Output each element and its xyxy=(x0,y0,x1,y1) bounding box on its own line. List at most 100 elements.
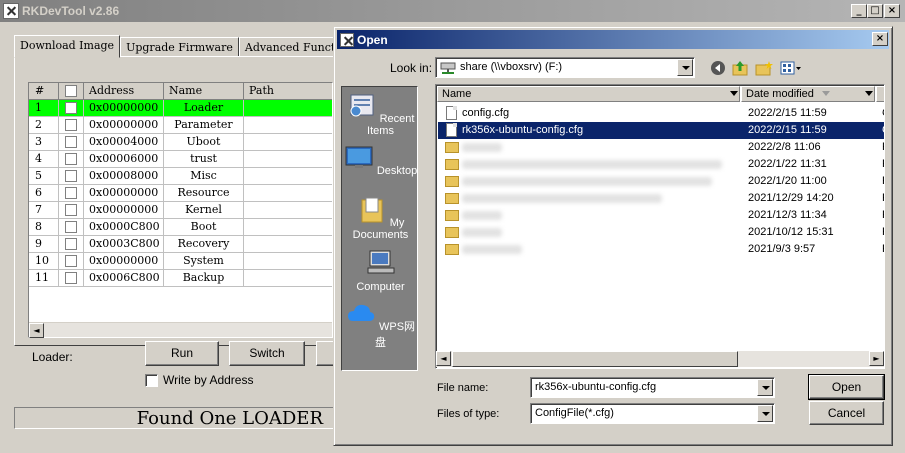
row-address[interactable]: 0x0000C800 xyxy=(84,219,164,236)
table-row[interactable]: 7 0x00000000 Kernel xyxy=(29,202,332,219)
row-name[interactable]: Misc xyxy=(164,168,244,185)
row-check-cell[interactable] xyxy=(59,117,84,134)
write-by-address[interactable]: Write by Address xyxy=(145,373,253,387)
table-row[interactable]: 3 0x00004000 Uboot xyxy=(29,134,332,151)
table-row[interactable]: 9 0x0003C800 Recovery xyxy=(29,236,332,253)
row-check-cell[interactable] xyxy=(59,236,84,253)
chevron-down-icon[interactable] xyxy=(757,405,773,422)
place-wps-cloud[interactable]: WPS网盘 xyxy=(342,301,419,350)
list-item[interactable]: 2021/9/3 9:57 F xyxy=(438,241,884,258)
row-name[interactable]: trust xyxy=(164,151,244,168)
row-checkbox[interactable] xyxy=(65,255,77,267)
list-item[interactable]: 2022/1/22 11:31 F xyxy=(438,156,884,173)
row-checkbox[interactable] xyxy=(65,238,77,250)
view-menu-icon[interactable] xyxy=(780,60,802,76)
place-my-documents[interactable]: My Documents xyxy=(342,197,419,241)
row-checkbox[interactable] xyxy=(65,102,77,114)
row-name[interactable]: Boot xyxy=(164,219,244,236)
row-check-cell[interactable] xyxy=(59,253,84,270)
row-path[interactable] xyxy=(244,270,332,287)
row-checkbox[interactable] xyxy=(65,272,77,284)
list-item[interactable]: 2021/10/12 15:31 F xyxy=(438,224,884,241)
back-icon[interactable] xyxy=(710,60,726,76)
row-address[interactable]: 0x00004000 xyxy=(84,134,164,151)
file-name-input[interactable]: rk356x-ubuntu-config.cfg xyxy=(530,377,775,398)
place-desktop[interactable]: Desktop xyxy=(342,145,419,177)
scroll-right-icon[interactable]: ► xyxy=(869,351,884,366)
row-address[interactable]: 0x00000000 xyxy=(84,253,164,270)
row-path[interactable] xyxy=(244,134,332,151)
row-checkbox[interactable] xyxy=(65,153,77,165)
row-path[interactable] xyxy=(244,117,332,134)
minimize-icon[interactable]: _ xyxy=(851,4,867,18)
select-all-checkbox[interactable] xyxy=(65,85,77,97)
row-name[interactable]: Parameter xyxy=(164,117,244,134)
tab-upgrade-firmware[interactable]: Upgrade Firmware xyxy=(120,37,239,57)
row-path[interactable] xyxy=(244,151,332,168)
write-by-address-checkbox[interactable] xyxy=(145,373,158,387)
row-checkbox[interactable] xyxy=(65,119,77,131)
row-check-cell[interactable] xyxy=(59,185,84,202)
row-name[interactable]: Resource xyxy=(164,185,244,202)
row-checkbox[interactable] xyxy=(65,204,77,216)
table-row[interactable]: 1 0x00000000 Loader xyxy=(29,100,332,117)
row-checkbox[interactable] xyxy=(65,187,77,199)
chevron-down-icon[interactable] xyxy=(677,59,693,76)
list-item[interactable]: rk356x-ubuntu-config.cfg 2022/2/15 11:59 C xyxy=(438,122,884,139)
list-item[interactable]: 2021/12/29 14:20 F xyxy=(438,190,884,207)
row-address[interactable]: 0x0003C800 xyxy=(84,236,164,253)
list-item[interactable]: config.cfg 2022/2/15 11:59 C xyxy=(438,105,884,122)
scroll-left-icon[interactable]: ◄ xyxy=(29,323,44,338)
row-address[interactable]: 0x00000000 xyxy=(84,202,164,219)
list-item[interactable]: 2021/12/3 11:34 F xyxy=(438,207,884,224)
file-list-hscrollbar[interactable]: ◄ ► xyxy=(436,351,884,367)
col-date-header[interactable]: Date modified xyxy=(741,86,875,102)
row-path[interactable] xyxy=(244,253,332,270)
col-dropdown-icon[interactable] xyxy=(730,91,738,97)
file-type-select[interactable]: ConfigFile(*.cfg) xyxy=(530,403,775,424)
row-name[interactable]: Recovery xyxy=(164,236,244,253)
row-name[interactable]: Kernel xyxy=(164,202,244,219)
row-check-cell[interactable] xyxy=(59,168,84,185)
place-computer[interactable]: Computer xyxy=(342,249,419,293)
col-dropdown-icon[interactable] xyxy=(865,91,873,97)
row-check-cell[interactable] xyxy=(59,219,84,236)
table-row[interactable]: 6 0x00000000 Resource xyxy=(29,185,332,202)
switch-button[interactable]: Switch xyxy=(229,341,305,366)
scroll-left-icon[interactable]: ◄ xyxy=(436,351,451,366)
table-row[interactable]: 2 0x00000000 Parameter xyxy=(29,117,332,134)
col-type-header[interactable] xyxy=(876,86,884,102)
row-path[interactable] xyxy=(244,219,332,236)
look-in-combo[interactable]: share (\\vboxsrv) (F:) xyxy=(435,57,695,78)
row-check-cell[interactable] xyxy=(59,151,84,168)
col-check[interactable] xyxy=(59,83,84,100)
list-item[interactable]: 2022/1/20 11:00 F xyxy=(438,173,884,190)
dialog-close-icon[interactable]: × xyxy=(872,32,888,46)
run-button[interactable]: Run xyxy=(145,341,219,366)
row-name[interactable]: Loader xyxy=(164,100,244,117)
tab-download-image[interactable]: Download Image xyxy=(14,35,121,58)
row-path[interactable] xyxy=(244,202,332,219)
row-path[interactable] xyxy=(244,100,332,117)
row-name[interactable]: System xyxy=(164,253,244,270)
new-folder-icon[interactable] xyxy=(755,60,773,76)
row-checkbox[interactable] xyxy=(65,170,77,182)
row-address[interactable]: 0x00008000 xyxy=(84,168,164,185)
row-check-cell[interactable] xyxy=(59,270,84,287)
table-row[interactable]: 4 0x00006000 trust xyxy=(29,151,332,168)
row-check-cell[interactable] xyxy=(59,202,84,219)
table-row[interactable]: 5 0x00008000 Misc xyxy=(29,168,332,185)
row-address[interactable]: 0x00000000 xyxy=(84,185,164,202)
row-checkbox[interactable] xyxy=(65,136,77,148)
row-address[interactable]: 0x00006000 xyxy=(84,151,164,168)
row-check-cell[interactable] xyxy=(59,100,84,117)
row-address[interactable]: 0x00000000 xyxy=(84,100,164,117)
table-row[interactable]: 11 0x0006C800 Backup xyxy=(29,270,332,287)
cancel-button[interactable]: Cancel xyxy=(809,401,884,425)
table-row[interactable]: 8 0x0000C800 Boot xyxy=(29,219,332,236)
maximize-icon[interactable]: □ xyxy=(867,4,883,18)
row-name[interactable]: Uboot xyxy=(164,134,244,151)
row-name[interactable]: Backup xyxy=(164,270,244,287)
row-check-cell[interactable] xyxy=(59,134,84,151)
row-address[interactable]: 0x00000000 xyxy=(84,117,164,134)
